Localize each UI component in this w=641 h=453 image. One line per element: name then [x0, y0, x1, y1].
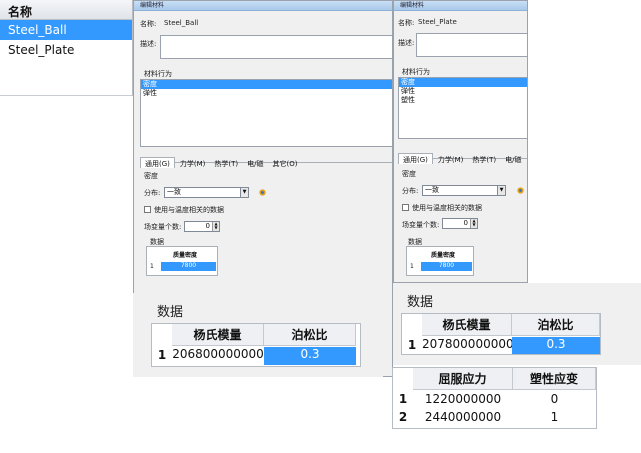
edit-material-dialog-plate: 编辑材料 名称: Steel_Plate 描述: 材料行为 密度 弹性 塑性 通… — [393, 0, 528, 283]
property-tabs: 通用(G) 力学(M) 热学(T) 电/磁 其它(O) — [140, 151, 392, 168]
field-vars-spinner[interactable]: 0 ▲ ▼ — [184, 221, 220, 232]
field-vars-value: 0 — [463, 219, 468, 227]
section-title: 密度 — [144, 172, 158, 180]
row-number: 1 — [398, 392, 408, 406]
yield-stress-cell[interactable]: 1220000000 — [413, 392, 513, 406]
distribution-value: 一致 — [425, 186, 439, 194]
name-label: 名称: — [398, 19, 415, 27]
behavior-item-elastic[interactable]: 弹性 — [399, 87, 527, 96]
density-value-cell[interactable]: 7800 — [161, 262, 216, 271]
youngs-modulus-cell[interactable]: 207800000000 — [422, 337, 514, 354]
property-tabs: 通用(G) 力学(M) 热学(T) 电/磁 — [398, 147, 527, 164]
behavior-list[interactable]: 密度 弹性 塑性 — [398, 77, 527, 139]
dialog-titlebar: 编辑材料 — [134, 1, 392, 11]
row-number: 1 — [407, 338, 417, 352]
youngs-modulus-cell[interactable]: 206800000000 — [172, 347, 264, 365]
temp-dependent-checkbox[interactable] — [144, 206, 151, 213]
temp-dependent-label: 使用与温度相关的数据 — [154, 206, 224, 214]
poisson-ratio-header: 泊松比 — [264, 324, 356, 346]
poisson-ratio-cell[interactable]: 0.3 — [512, 337, 600, 354]
distribution-value: 一致 — [167, 188, 181, 196]
yield-stress-header: 屈服应力 — [413, 368, 513, 390]
density-table: 质量密度 1 7800 — [406, 246, 474, 276]
dialog-titlebar: 编辑材料 — [394, 1, 527, 11]
chevron-down-icon[interactable]: ▼ — [240, 188, 248, 197]
elastic-data-panel-ball: 数据 杨氏模量 泊松比 1 206800000000 0.3 — [133, 293, 383, 377]
plastic-strain-header: 塑性应变 — [513, 368, 596, 390]
yield-stress-cell[interactable]: 2440000000 — [413, 410, 513, 424]
behavior-item-density[interactable]: 密度 — [399, 78, 527, 87]
behavior-item-plastic[interactable]: 塑性 — [399, 96, 527, 105]
name-label: 名称: — [140, 20, 157, 28]
tab-general[interactable]: 通用(G) — [140, 157, 175, 168]
name-value: Steel_Ball — [164, 19, 199, 27]
section-title: 密度 — [402, 170, 416, 178]
material-item-steel-ball[interactable]: Steel_Ball — [0, 20, 132, 40]
density-row-number: 1 — [410, 263, 414, 270]
youngs-modulus-header: 杨氏模量 — [172, 324, 264, 346]
data-title: 数据 — [157, 305, 184, 320]
distribution-select[interactable]: 一致 ▼ — [422, 185, 506, 196]
tab-general[interactable]: 通用(G) — [398, 153, 433, 164]
behavior-item-density[interactable]: 密度 — [141, 80, 392, 89]
elastic-table-plate: 杨氏模量 泊松比 1 207800000000 0.3 — [401, 313, 601, 355]
tab-thermal[interactable]: 热学(T) — [468, 154, 500, 165]
tab-mechanical[interactable]: 力学(M) — [434, 154, 468, 165]
tab-mechanical[interactable]: 力学(M) — [176, 158, 210, 169]
chevron-down-icon[interactable]: ▼ — [497, 186, 505, 195]
material-list: 名称 Steel_Ball Steel_Plate — [0, 0, 133, 96]
density-row-number: 1 — [150, 263, 154, 270]
temp-dependent-label: 使用与温度相关的数据 — [412, 204, 482, 212]
tab-thermal[interactable]: 热学(T) — [210, 158, 242, 169]
description-field[interactable] — [160, 35, 392, 59]
poisson-ratio-header: 泊松比 — [512, 314, 600, 336]
youngs-modulus-header: 杨氏模量 — [422, 314, 512, 336]
description-label: 描述: — [140, 40, 157, 48]
spinner-arrows-icon[interactable]: ▲ ▼ — [212, 222, 219, 231]
behavior-label: 材料行为 — [144, 70, 172, 78]
description-label: 描述: — [398, 39, 415, 47]
spinner-arrows-icon[interactable]: ▲ ▼ — [470, 219, 477, 228]
plastic-strain-cell[interactable]: 0 — [513, 392, 596, 406]
plastic-table-plate: 屈服应力 塑性应变 1 1220000000 0 2 2440000000 1 — [392, 367, 597, 429]
name-value: Steel_Plate — [418, 18, 457, 26]
tab-other[interactable]: 其它(O) — [269, 158, 302, 169]
distribution-select[interactable]: 一致 ▼ — [164, 187, 249, 198]
density-value-cell[interactable]: 7800 — [421, 262, 472, 271]
material-list-header: 名称 — [0, 0, 132, 20]
wand-icon[interactable] — [516, 186, 525, 195]
distribution-label: 分布: — [144, 189, 161, 197]
description-field[interactable] — [416, 33, 527, 57]
density-header: 质量密度 — [173, 252, 198, 259]
behavior-item-elastic[interactable]: 弹性 — [141, 89, 392, 98]
temp-dependent-checkbox[interactable] — [402, 204, 409, 211]
material-item-steel-plate[interactable]: Steel_Plate — [0, 40, 132, 60]
row-number: 2 — [398, 410, 408, 424]
poisson-ratio-cell[interactable]: 0.3 — [264, 347, 356, 365]
field-vars-value: 0 — [205, 222, 210, 230]
tab-electromagnetic[interactable]: 电/磁 — [243, 158, 267, 169]
tab-electromagnetic[interactable]: 电/磁 — [501, 154, 525, 165]
data-title: 数据 — [407, 295, 434, 310]
field-vars-label: 场变量个数: — [144, 223, 182, 231]
distribution-label: 分布: — [402, 187, 419, 195]
density-header: 质量密度 — [431, 252, 456, 259]
plastic-strain-cell[interactable]: 1 — [513, 410, 596, 424]
wand-icon[interactable] — [258, 188, 267, 197]
field-vars-label: 场变量个数: — [402, 221, 440, 229]
field-vars-spinner[interactable]: 0 ▲ ▼ — [442, 218, 478, 229]
density-table: 质量密度 1 7800 — [146, 246, 218, 276]
elastic-data-panel-plate: 数据 杨氏模量 泊松比 1 207800000000 0.3 — [393, 283, 641, 365]
elastic-table-ball: 杨氏模量 泊松比 1 206800000000 0.3 — [151, 323, 361, 367]
behavior-label: 材料行为 — [402, 68, 430, 76]
row-number: 1 — [157, 348, 167, 362]
behavior-list[interactable]: 密度 弹性 — [140, 79, 392, 147]
